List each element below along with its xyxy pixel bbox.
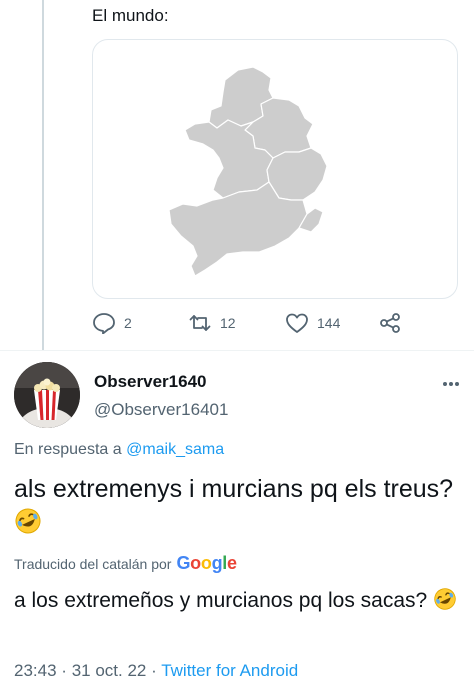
retweet-count: 12	[220, 315, 236, 331]
tweet-time[interactable]: 23:43	[14, 661, 57, 680]
translation-body: a los extremeños y murcianos pq los saca…	[14, 589, 428, 612]
avatar[interactable]	[14, 362, 80, 428]
quoted-tweet-text: El mundo:	[92, 6, 169, 25]
like-icon	[286, 313, 308, 333]
reply-count: 2	[124, 315, 132, 331]
laugh-emoji-icon	[433, 587, 457, 619]
like-button[interactable]: 144	[285, 312, 340, 334]
reply-context: En respuesta a @maik_sama	[14, 441, 224, 459]
more-icon[interactable]	[438, 374, 464, 394]
like-count: 144	[317, 315, 341, 331]
spain-regions-map	[168, 66, 328, 277]
reply-icon	[93, 313, 115, 334]
share-button[interactable]	[378, 312, 402, 334]
tweet-metadata: 23:43 · 31 oct. 22 · Twitter for Android	[14, 661, 298, 681]
reply-prefix: En respuesta a	[14, 441, 122, 458]
laugh-emoji-icon	[14, 507, 42, 544]
translated-text: a los extremeños y murcianos pq los saca…	[14, 587, 464, 619]
tweet-source-link[interactable]: Twitter for Android	[161, 661, 298, 680]
map-image[interactable]	[92, 39, 458, 299]
popcorn-avatar-image	[14, 362, 80, 428]
thread-connector-line	[42, 0, 44, 350]
tweet-body: als extremenys i murcians pq els treus?	[14, 475, 454, 503]
translated-label: Traducido del catalán por	[14, 555, 172, 572]
retweet-button[interactable]: 12	[188, 312, 236, 334]
tweet-text: als extremenys i murcians pq els treus?	[14, 472, 464, 544]
display-name[interactable]: Observer1640	[94, 372, 206, 392]
reply-mention-link[interactable]: @maik_sama	[126, 441, 224, 458]
share-icon	[380, 313, 400, 333]
retweet-icon	[189, 315, 211, 331]
translation-credit[interactable]: Traducido del catalán por Google	[14, 553, 237, 574]
tweet-divider	[0, 350, 474, 351]
reply-button[interactable]: 2	[92, 312, 132, 334]
user-handle[interactable]: @Observer16401	[94, 400, 228, 420]
meta-separator: ·	[61, 661, 67, 680]
quoted-tweet-actions: 2 12 144	[92, 312, 412, 336]
meta-separator: ·	[151, 661, 157, 680]
tweet-date[interactable]: 31 oct. 22	[72, 661, 147, 680]
google-logo: Google	[176, 553, 237, 573]
